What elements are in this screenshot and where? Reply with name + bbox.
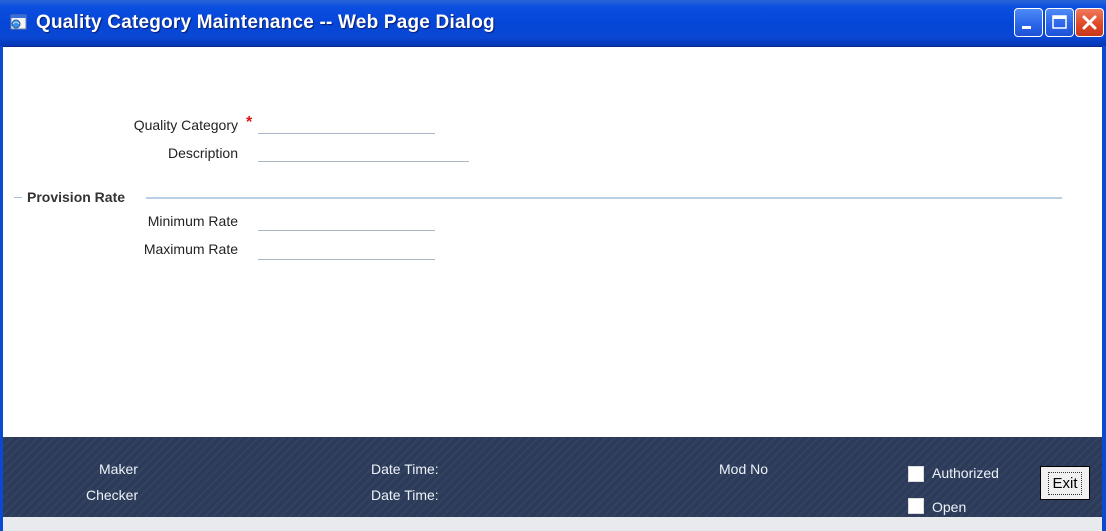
description-label: Description xyxy=(167,145,238,161)
checker-datetime-label: Date Time: xyxy=(371,487,439,503)
checker-label: Checker xyxy=(86,487,139,503)
description-input[interactable] xyxy=(258,142,469,162)
maximize-icon xyxy=(1052,15,1067,29)
open-checkbox[interactable] xyxy=(908,498,924,514)
close-icon xyxy=(1082,15,1097,30)
maker-datetime-label: Date Time: xyxy=(371,461,439,477)
quality-category-label: Quality Category xyxy=(133,117,238,133)
exit-button-label: Exit xyxy=(1048,471,1082,495)
authorized-label: Authorized xyxy=(932,465,999,481)
provision-rate-heading: Provision Rate xyxy=(27,189,126,205)
close-button[interactable] xyxy=(1075,8,1104,37)
required-marker: * xyxy=(246,114,253,131)
maker-label: Maker xyxy=(99,461,138,477)
window-title: Quality Category Maintenance -- Web Page… xyxy=(36,12,495,33)
window-frame-right xyxy=(1102,46,1106,531)
quality-category-input[interactable] xyxy=(258,114,435,134)
status-strip xyxy=(3,517,1102,531)
window-titlebar[interactable]: Quality Category Maintenance -- Web Page… xyxy=(0,0,1106,47)
exit-button[interactable]: Exit xyxy=(1040,466,1090,500)
maximum-rate-input[interactable] xyxy=(258,240,435,260)
section-divider xyxy=(146,197,1062,199)
minimum-rate-input[interactable] xyxy=(258,211,435,231)
authorized-checkbox[interactable] xyxy=(908,466,924,482)
minimize-button[interactable] xyxy=(1014,8,1043,37)
open-label: Open xyxy=(932,499,967,515)
maximize-button[interactable] xyxy=(1045,8,1074,37)
minimum-rate-label: Minimum Rate xyxy=(147,213,238,229)
maximum-rate-label: Maximum Rate xyxy=(143,241,238,257)
app-icon xyxy=(10,14,27,30)
section-divider-left xyxy=(14,197,22,198)
minimize-icon xyxy=(1022,26,1031,29)
mod-no-label: Mod No xyxy=(719,461,769,477)
